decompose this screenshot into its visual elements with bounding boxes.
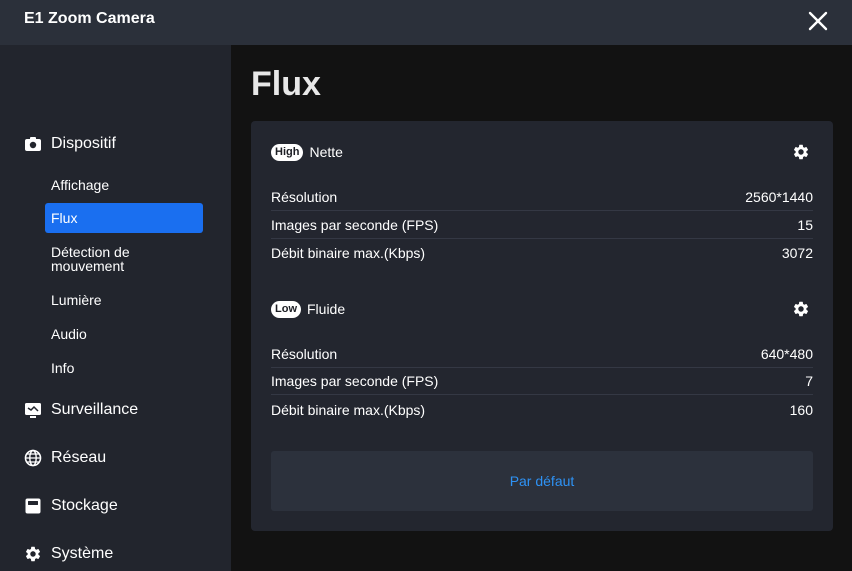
sidebar-section-system[interactable]: Système bbox=[24, 542, 113, 566]
table-row: Débit binaire max.(Kbps) 3072 bbox=[271, 239, 813, 266]
row-value: 15 bbox=[797, 217, 813, 233]
row-label: Images par seconde (FPS) bbox=[271, 217, 439, 233]
quality-badge: Low bbox=[271, 300, 301, 318]
row-label: Débit binaire max.(Kbps) bbox=[271, 401, 426, 418]
row-value: 640*480 bbox=[760, 346, 813, 362]
row-value: 3072 bbox=[781, 244, 813, 261]
gear-icon[interactable] bbox=[792, 143, 810, 161]
app-title: E1 Zoom Camera bbox=[24, 10, 155, 27]
row-label: Résolution bbox=[271, 346, 338, 362]
stream-name: Nette bbox=[309, 144, 343, 160]
sidebar-section-label: Stockage bbox=[51, 497, 118, 514]
sidebar: Dispositif Affichage Flux Détection de m… bbox=[0, 45, 231, 571]
row-label: Résolution bbox=[271, 189, 338, 205]
stream-settings-card: High Nette Résolution 2560*1440 Images p… bbox=[251, 121, 833, 531]
stream-header-low: Low Fluide bbox=[271, 299, 345, 319]
sidebar-item-stream[interactable]: Flux bbox=[45, 203, 203, 233]
quality-badge: High bbox=[271, 143, 304, 161]
sidebar-section-surveillance[interactable]: Surveillance bbox=[24, 398, 138, 422]
sidebar-section-label: Dispositif bbox=[51, 135, 116, 152]
sidebar-item-info[interactable]: Info bbox=[45, 361, 203, 375]
sidebar-section-label: Surveillance bbox=[51, 401, 139, 418]
reset-default-button[interactable]: Par défaut bbox=[271, 451, 813, 511]
camera-icon bbox=[25, 137, 41, 151]
table-row: Résolution 640*480 bbox=[271, 341, 813, 368]
sidebar-section-network[interactable]: Réseau bbox=[24, 446, 106, 470]
main-content: Flux High Nette Résolution 2560*1440 Ima… bbox=[231, 45, 852, 571]
sidebar-section-label: Système bbox=[51, 545, 114, 562]
sidebar-section-storage[interactable]: Stockage bbox=[24, 494, 118, 518]
sidebar-section-device[interactable]: Dispositif bbox=[24, 132, 116, 156]
row-value: 7 bbox=[805, 373, 813, 389]
close-icon[interactable] bbox=[806, 9, 830, 33]
gear-icon bbox=[25, 546, 41, 562]
sidebar-item-audio[interactable]: Audio bbox=[45, 327, 203, 341]
row-value: 160 bbox=[789, 401, 813, 418]
table-row: Images par seconde (FPS) 15 bbox=[271, 212, 813, 239]
stream-name: Fluide bbox=[307, 301, 346, 317]
monitor-icon bbox=[25, 403, 41, 418]
sidebar-item-motion-detection[interactable]: Détection de mouvement bbox=[45, 245, 203, 273]
storage-icon bbox=[25, 498, 41, 514]
row-value: 2560*1440 bbox=[745, 189, 813, 205]
table-row: Résolution 2560*1440 bbox=[271, 184, 813, 211]
row-label: Images par seconde (FPS) bbox=[271, 373, 439, 389]
page-title: Flux bbox=[251, 65, 321, 103]
gear-icon[interactable] bbox=[792, 300, 810, 318]
sidebar-item-display[interactable]: Affichage bbox=[45, 178, 203, 192]
title-bar: E1 Zoom Camera bbox=[0, 0, 852, 45]
stream-header-high: High Nette bbox=[271, 142, 343, 162]
table-row: Débit binaire max.(Kbps) 160 bbox=[271, 396, 813, 423]
globe-icon bbox=[24, 449, 42, 467]
row-label: Débit binaire max.(Kbps) bbox=[271, 244, 426, 261]
sidebar-section-label: Réseau bbox=[51, 449, 107, 466]
sidebar-item-light[interactable]: Lumière bbox=[45, 293, 203, 307]
table-row: Images par seconde (FPS) 7 bbox=[271, 368, 813, 395]
